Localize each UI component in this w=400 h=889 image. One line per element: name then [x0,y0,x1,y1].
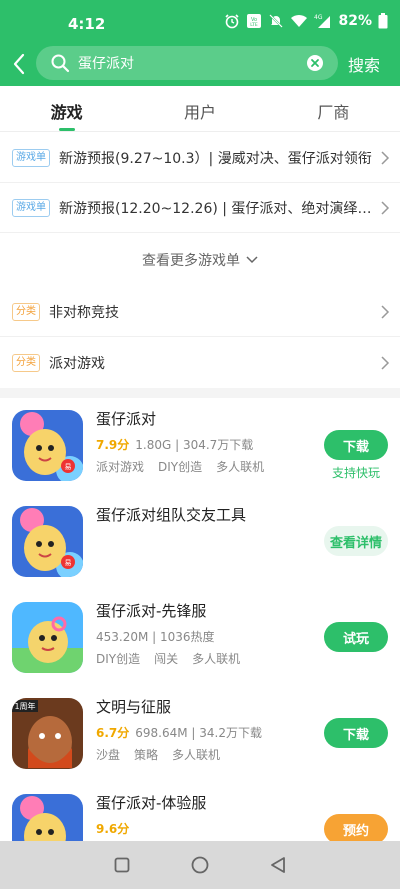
app-score: 6.7分 [96,726,130,740]
square-icon [114,857,130,873]
battery-percent: 82% [338,13,372,29]
app-name: 蛋仔派对-先锋服 [96,602,207,620]
download-button[interactable]: 下载 [324,718,388,748]
result-tabs: 游戏 用户 厂商 [0,86,400,132]
app-name: 文明与征服 [96,698,172,716]
game-list-tag: 游戏单 [12,148,50,167]
app-meta: 9.6分 [96,820,135,837]
app-tags: DIY创造 闯关 多人联机 [96,650,240,667]
status-icons: Vo LTE 4G 82% [224,13,388,29]
app-item[interactable]: 1周年 文明与征服 6.7分 698.64M | 34.2万下载 沙盘 策略 多人… [0,686,400,782]
app-info: 698.64M | 34.2万下载 [135,726,262,740]
wifi-icon [291,14,308,27]
svg-text:1周年: 1周年 [14,701,35,711]
game-list-row[interactable]: 游戏单 新游预报(9.27~10.3）| 漫威对决、蛋仔派对领衔 [0,133,400,183]
chevron-right-icon [381,356,390,370]
chevron-right-icon [381,151,390,165]
app-icon: 易 [12,410,83,481]
app-meta: 6.7分 698.64M | 34.2万下载 [96,724,262,741]
app-icon: 1周年 [12,698,83,769]
search-row: 搜索 [0,44,400,84]
app-name: 蛋仔派对 [96,410,157,428]
home-button[interactable] [190,855,210,875]
download-button[interactable]: 下载 [324,430,388,460]
app-item[interactable]: 蛋仔派对-先锋服 453.20M | 1036热度 DIY创造 闯关 多人联机 … [0,590,400,686]
tab-users[interactable]: 用户 [133,86,266,131]
search-input[interactable] [78,55,306,71]
svg-text:易: 易 [65,463,72,471]
app-tags: 派对游戏 DIY创造 多人联机 [96,458,264,475]
search-box[interactable] [36,46,338,80]
app-tag: 沙盘 [96,748,121,762]
quick-play-link[interactable]: 支持快玩 [332,464,380,481]
app-icon: 易 [12,506,83,577]
app-tag: 多人联机 [216,460,265,474]
app-name: 蛋仔派对-体验服 [96,794,207,812]
alarm-icon [225,14,240,29]
app-tag: 闯关 [154,652,179,666]
app-icon [12,602,83,673]
category-tag: 分类 [12,354,40,372]
app-score: 9.6分 [96,822,130,836]
app-item[interactable]: 易 蛋仔派对 7.9分 1.80G | 304.7万下载 派对游戏 DIY创造 多… [0,398,400,494]
app-tag: 多人联机 [172,748,221,762]
reserve-button[interactable]: 预约 [324,814,388,841]
app-name: 蛋仔派对组队交友工具 [96,506,247,524]
svg-text:LTE: LTE [251,22,259,28]
app-tag: 策略 [134,748,159,762]
svg-text:4G: 4G [314,14,323,21]
app-score: 7.9分 [96,438,130,452]
chevron-down-icon [246,256,258,264]
app-tag: 派对游戏 [96,460,145,474]
status-time: 4:12 [68,15,106,33]
app-header: 4:12 VoLTE 4G 82% 搜索 [0,0,400,86]
clear-icon[interactable] [306,54,324,72]
game-list-title: 新游预报(12.20~12.26) | 蛋仔派对、绝对演绎领... [59,200,377,217]
trial-button[interactable]: 试玩 [324,622,388,652]
volte-icon: VoLTE [247,14,262,28]
svg-text:易: 易 [65,559,72,567]
app-icon [12,794,83,841]
app-tag: DIY创造 [96,652,141,666]
chevron-left-icon [13,53,25,75]
chevron-right-icon [381,305,390,319]
section-divider [0,388,400,398]
back-nav-button[interactable] [268,855,288,875]
search-icon [50,53,70,73]
app-item[interactable]: 易 蛋仔派对组队交友工具 查看详情 [0,494,400,590]
chevron-right-icon [381,201,390,215]
view-details-button[interactable]: 查看详情 [324,526,388,556]
category-tag: 分类 [12,302,40,321]
search-button[interactable]: 搜索 [348,52,380,76]
category-row[interactable]: 分类 派对游戏 [0,338,400,388]
status-bar: 4:12 Vo LTE 4G 82% [0,0,400,44]
app-item[interactable]: 蛋仔派对-体验服 9.6分 预约 [0,782,400,841]
mute-icon [269,14,284,28]
game-list-title: 新游预报(9.27~10.3）| 漫威对决、蛋仔派对领衔 [59,150,372,167]
signal-icon: 4G [314,14,331,28]
triangle-back-icon [271,857,285,873]
tab-vendors[interactable]: 厂商 [267,86,400,131]
app-tag: 多人联机 [192,652,241,666]
app-meta: 7.9分 1.80G | 304.7万下载 [96,436,253,453]
more-game-lists-button[interactable]: 查看更多游戏单 [0,236,400,284]
tab-games[interactable]: 游戏 [0,86,133,131]
game-list-row[interactable]: 游戏单 新游预报(12.20~12.26) | 蛋仔派对、绝对演绎领... [0,183,400,233]
system-nav-bar [0,841,400,889]
back-button[interactable] [6,49,32,79]
recents-button[interactable] [112,855,132,875]
app-info: 453.20M | 1036热度 [96,630,215,644]
app-tags: 沙盘 策略 多人联机 [96,746,220,763]
app-meta: 453.20M | 1036热度 [96,628,215,645]
app-tag: DIY创造 [158,460,203,474]
category-title: 派对游戏 [49,356,105,372]
battery-icon [378,13,388,29]
category-row[interactable]: 分类 非对称竞技 [0,287,400,337]
circle-icon [191,856,209,874]
game-list-tag: 游戏单 [12,198,50,217]
app-info: 1.80G | 304.7万下载 [135,438,254,452]
category-title: 非对称竞技 [49,304,119,321]
more-game-lists-label: 查看更多游戏单 [142,253,240,269]
